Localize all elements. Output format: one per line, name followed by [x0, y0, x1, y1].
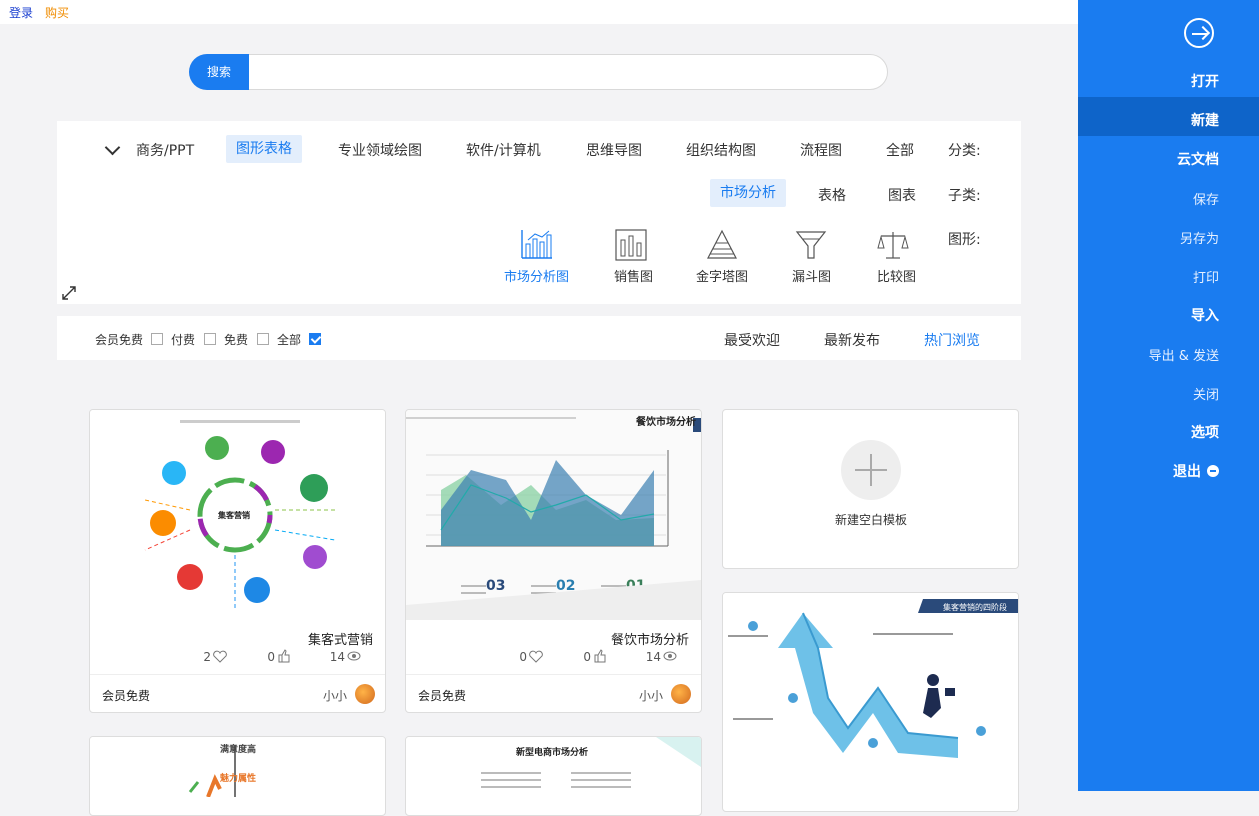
thumb-section-03: 03: [486, 578, 505, 594]
subcategory-label: 子类:: [948, 188, 981, 204]
eye-icon: [347, 651, 361, 661]
author-name[interactable]: 小小: [323, 687, 347, 704]
category-professional[interactable]: 专业领域绘图: [338, 140, 422, 160]
sidebar-item-cloud[interactable]: 云文档: [1177, 149, 1219, 169]
sidebar-item-exit[interactable]: 退出: [1173, 461, 1219, 481]
thumb-subtitle: 魅力属性: [220, 772, 256, 784]
card-footer: 小小 会员免费: [406, 674, 701, 712]
category-graphic-table[interactable]: 图形表格: [226, 135, 302, 163]
category-flowchart[interactable]: 流程图: [800, 140, 842, 160]
sidebar-item-open[interactable]: 打开: [1191, 71, 1219, 91]
sidebar-item-export[interactable]: 导出 & 发送: [1149, 345, 1219, 364]
subcategory-market-analysis[interactable]: 市场分析: [710, 179, 786, 207]
eye-icon: [663, 651, 677, 661]
heart-icon[interactable]: [529, 650, 543, 663]
tab-popular[interactable]: 最受欢迎: [724, 330, 780, 350]
shape-label: 图形:: [948, 232, 981, 248]
sidebar-item-import[interactable]: 导入: [1191, 305, 1219, 325]
shape-sales-label[interactable]: 销售图: [614, 266, 653, 285]
like-count: 0: [267, 650, 275, 664]
plus-icon[interactable]: [841, 440, 901, 500]
shape-market-label[interactable]: 市场分析图: [504, 266, 569, 285]
sidebar-item-new[interactable]: 新建: [1191, 110, 1219, 130]
template-card[interactable]: 满意度高 魅力属性: [89, 736, 386, 816]
avatar: [671, 684, 691, 704]
favorite-count: 0: [519, 650, 527, 664]
template-card[interactable]: 集客营销 集客式营销 14 0 2 小小 会员免费: [89, 409, 386, 713]
shape-compare-label[interactable]: 比较图: [877, 266, 916, 285]
card-footer: 小小 会员免费: [90, 674, 385, 712]
sidebar-item-exit-label: 退出: [1173, 464, 1201, 480]
thumb-center-label: 集客营销: [217, 510, 250, 520]
search-input[interactable]: [255, 60, 879, 86]
tab-hot[interactable]: 热门浏览: [924, 330, 980, 350]
filter-paid-checkbox[interactable]: [204, 333, 216, 345]
minus-circle-icon: [1207, 465, 1219, 477]
thumb-title: 集客营销的四阶段: [943, 602, 1007, 612]
template-thumbnail: 新型电商市场分析: [406, 737, 701, 797]
category-mindmap[interactable]: 思维导图: [586, 140, 642, 160]
search-button[interactable]: 搜索: [189, 54, 249, 90]
card-title[interactable]: 集客式营销: [308, 629, 373, 648]
sidebar-item-save-as[interactable]: 另存为: [1180, 228, 1219, 247]
template-card[interactable]: 新型电商市场分析: [405, 736, 702, 816]
thumb-title: 餐饮市场分析: [635, 415, 696, 428]
author-name[interactable]: 小小: [639, 687, 663, 704]
price-badge: 会员免费: [418, 689, 467, 703]
sidebar-active-highlight: [1078, 97, 1259, 136]
expand-icon[interactable]: [62, 286, 76, 300]
filter-free-checkbox[interactable]: [257, 333, 269, 345]
category-label: 分类:: [948, 143, 981, 159]
scale-icon[interactable]: [876, 228, 910, 262]
template-thumbnail: 满意度高 魅力属性: [90, 737, 385, 797]
filter-free-label: 免费: [224, 333, 249, 347]
filter-all-checkbox[interactable]: [309, 333, 321, 345]
template-thumbnail: 集客营销的四阶段: [723, 593, 1018, 793]
login-link[interactable]: 登录: [9, 4, 33, 21]
tab-newest[interactable]: 最新发布: [824, 330, 880, 350]
category-all[interactable]: 全部: [886, 140, 914, 160]
thumb-title: 新型电商市场分析: [516, 746, 588, 758]
filter-member-free-label: 会员免费: [95, 333, 144, 347]
sidebar-item-options[interactable]: 选项: [1191, 422, 1219, 442]
thumbs-up-icon[interactable]: [593, 649, 607, 663]
like-count: 0: [583, 650, 591, 664]
main-area: 登录 购买 搜索 分类: 全部 流程图 组织结构图 思维导图 软件/计算机 专业…: [0, 0, 1078, 816]
filter-paid-label: 付费: [171, 333, 196, 347]
subcategory-table[interactable]: 表格: [818, 185, 846, 205]
new-blank-label: 新建空白模板: [835, 513, 908, 527]
category-software[interactable]: 软件/计算机: [466, 140, 541, 160]
filter-all-label: 全部: [277, 333, 302, 347]
template-thumbnail: 集客营销: [90, 410, 385, 620]
thumb-title: 满意度高: [220, 743, 256, 755]
sidebar-item-close[interactable]: 关闭: [1193, 384, 1219, 403]
view-count: 14: [645, 650, 661, 664]
subcategory-chart[interactable]: 图表: [888, 185, 916, 205]
template-card[interactable]: 集客营销的四阶段: [722, 592, 1019, 812]
template-card[interactable]: 餐饮市场分析 01 02 03 餐饮市场分析 14 0 0: [405, 409, 702, 713]
sidebar-item-save[interactable]: 保存: [1193, 189, 1219, 208]
price-badge: 会员免费: [102, 689, 151, 703]
bar-chart-icon[interactable]: [614, 228, 648, 262]
category-org-chart[interactable]: 组织结构图: [686, 140, 756, 160]
pyramid-icon[interactable]: [705, 228, 739, 262]
card-title[interactable]: 餐饮市场分析: [611, 629, 689, 648]
market-chart-icon[interactable]: [520, 228, 554, 262]
template-thumbnail: 餐饮市场分析 01 02 03: [406, 410, 701, 620]
view-count: 14: [329, 650, 345, 664]
funnel-icon[interactable]: [794, 228, 828, 262]
arrow-right-circle-icon[interactable]: [1184, 18, 1214, 48]
category-business-ppt[interactable]: 商务/PPT: [136, 140, 194, 160]
buy-link[interactable]: 购买: [45, 4, 69, 21]
sidebar-item-print[interactable]: 打印: [1193, 267, 1219, 286]
filter-member-free-checkbox[interactable]: [151, 333, 163, 345]
shape-pyramid-label[interactable]: 金字塔图: [696, 266, 748, 285]
favorite-count: 2: [203, 650, 211, 664]
shape-funnel-label[interactable]: 漏斗图: [792, 266, 831, 285]
top-bar: 登录 购买: [0, 0, 1078, 24]
thumbs-up-icon[interactable]: [277, 649, 291, 663]
avatar: [355, 684, 375, 704]
heart-icon[interactable]: [213, 650, 227, 663]
